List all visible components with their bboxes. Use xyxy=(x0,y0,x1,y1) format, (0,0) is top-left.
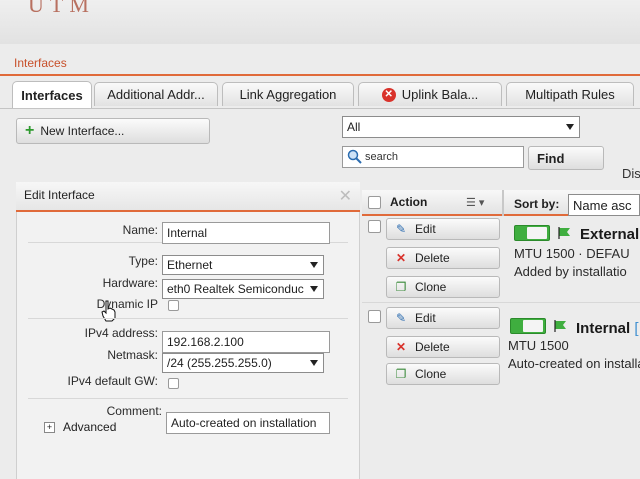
search-input[interactable]: search xyxy=(342,146,524,168)
interface-mtu: MTU 1500 xyxy=(508,338,569,353)
delete-icon: ✕ xyxy=(395,340,407,354)
netmask-select[interactable]: /24 (255.255.255.0) xyxy=(162,353,324,373)
sort-by-label: Sort by: xyxy=(514,197,560,211)
edit-button[interactable]: ✎ Edit xyxy=(386,307,500,329)
expand-icon: + xyxy=(44,421,55,433)
edit-panel-title: Edit Interface xyxy=(24,188,95,202)
name-label: Name: xyxy=(122,223,158,237)
breadcrumb: Interfaces xyxy=(0,52,640,76)
delete-icon: ✕ xyxy=(395,251,407,265)
divider xyxy=(502,190,504,216)
ipv4-default-gw-checkbox[interactable] xyxy=(168,378,179,389)
chevron-down-icon xyxy=(566,124,574,130)
chevron-down-icon xyxy=(310,286,318,292)
edit-panel-header: Edit Interface ✕ xyxy=(16,182,360,212)
advanced-toggle[interactable]: + Advanced xyxy=(44,420,116,434)
edit-icon: ✎ xyxy=(395,222,407,236)
row-checkbox[interactable] xyxy=(368,220,381,233)
dynamic-ip-label: Dynamic IP xyxy=(96,297,158,311)
chevron-down-icon xyxy=(310,360,318,366)
breadcrumb-label: Interfaces xyxy=(14,56,67,70)
toggle-knob xyxy=(523,320,543,332)
product-logo: UTM xyxy=(28,0,95,17)
type-select[interactable]: Ethernet xyxy=(162,255,324,275)
clone-icon: ❐ xyxy=(395,367,407,381)
search-icon xyxy=(347,149,362,164)
delete-button[interactable]: ✕ Delete xyxy=(386,336,500,358)
netmask-label: Netmask: xyxy=(107,348,158,362)
interface-comment: Auto-created on installa xyxy=(508,356,640,371)
find-button[interactable]: Find xyxy=(528,146,604,170)
divider xyxy=(28,398,348,399)
error-icon: ✕ xyxy=(381,87,396,102)
select-all-checkbox[interactable] xyxy=(368,196,381,209)
ipv4-address-label: IPv4 address: xyxy=(84,326,158,340)
interface-mtu: MTU 1500 · DEFAU xyxy=(514,246,630,261)
edit-button[interactable]: ✎ Edit xyxy=(386,218,500,240)
comment-label: Comment: xyxy=(106,404,162,418)
ipv4-default-gw-label: IPv4 default GW: xyxy=(67,374,159,388)
clone-button[interactable]: ❐ Clone xyxy=(386,276,500,298)
hardware-select[interactable]: eth0 Realtek Semiconduc xyxy=(162,279,324,299)
top-banner: UTM xyxy=(0,0,640,44)
hardware-label: Hardware: xyxy=(102,276,158,290)
row-divider xyxy=(362,302,640,303)
interface-name: External xyxy=(580,226,640,243)
toggle-knob xyxy=(527,227,547,239)
close-icon[interactable]: ✕ xyxy=(339,186,352,206)
filter-select[interactable]: All xyxy=(342,116,580,138)
tab-link-aggregation[interactable]: Link Aggregation xyxy=(222,82,354,106)
name-field[interactable]: Internal xyxy=(162,222,330,244)
column-menu-icon[interactable]: ☰ ▾ xyxy=(466,196,494,210)
ipv4-address-field[interactable]: 192.168.2.100 xyxy=(162,331,330,353)
chevron-down-icon xyxy=(310,262,318,268)
row-checkbox[interactable] xyxy=(368,310,381,323)
interface-comment: Added by installatio xyxy=(514,264,627,279)
comment-field[interactable]: Auto-created on installation xyxy=(166,412,330,434)
type-label: Type: xyxy=(128,254,158,268)
divider xyxy=(28,318,348,319)
plus-icon: + xyxy=(25,122,35,139)
tab-multipath-rules[interactable]: Multipath Rules xyxy=(506,82,634,106)
new-interface-button[interactable]: + New Interface... xyxy=(16,118,210,144)
clone-icon: ❐ xyxy=(395,280,407,294)
tab-additional-addresses[interactable]: Additional Addr... xyxy=(94,82,218,106)
interface-name: Internal [ xyxy=(576,320,639,337)
delete-button[interactable]: ✕ Delete xyxy=(386,247,500,269)
action-column-header: Action xyxy=(390,195,428,209)
enable-toggle[interactable] xyxy=(510,318,546,334)
interface-flag-icon xyxy=(554,320,566,332)
interface-flag-icon xyxy=(558,227,570,239)
dynamic-ip-checkbox[interactable] xyxy=(168,300,179,311)
edit-icon: ✎ xyxy=(395,311,407,325)
enable-toggle[interactable] xyxy=(514,225,550,241)
tab-uplink-balancing[interactable]: ✕ Uplink Bala... xyxy=(358,82,502,106)
display-label: Dis xyxy=(622,166,640,181)
sort-select[interactable]: Name asc xyxy=(568,194,640,216)
tab-interfaces[interactable]: Interfaces xyxy=(12,81,92,108)
clone-button[interactable]: ❐ Clone xyxy=(386,363,500,385)
